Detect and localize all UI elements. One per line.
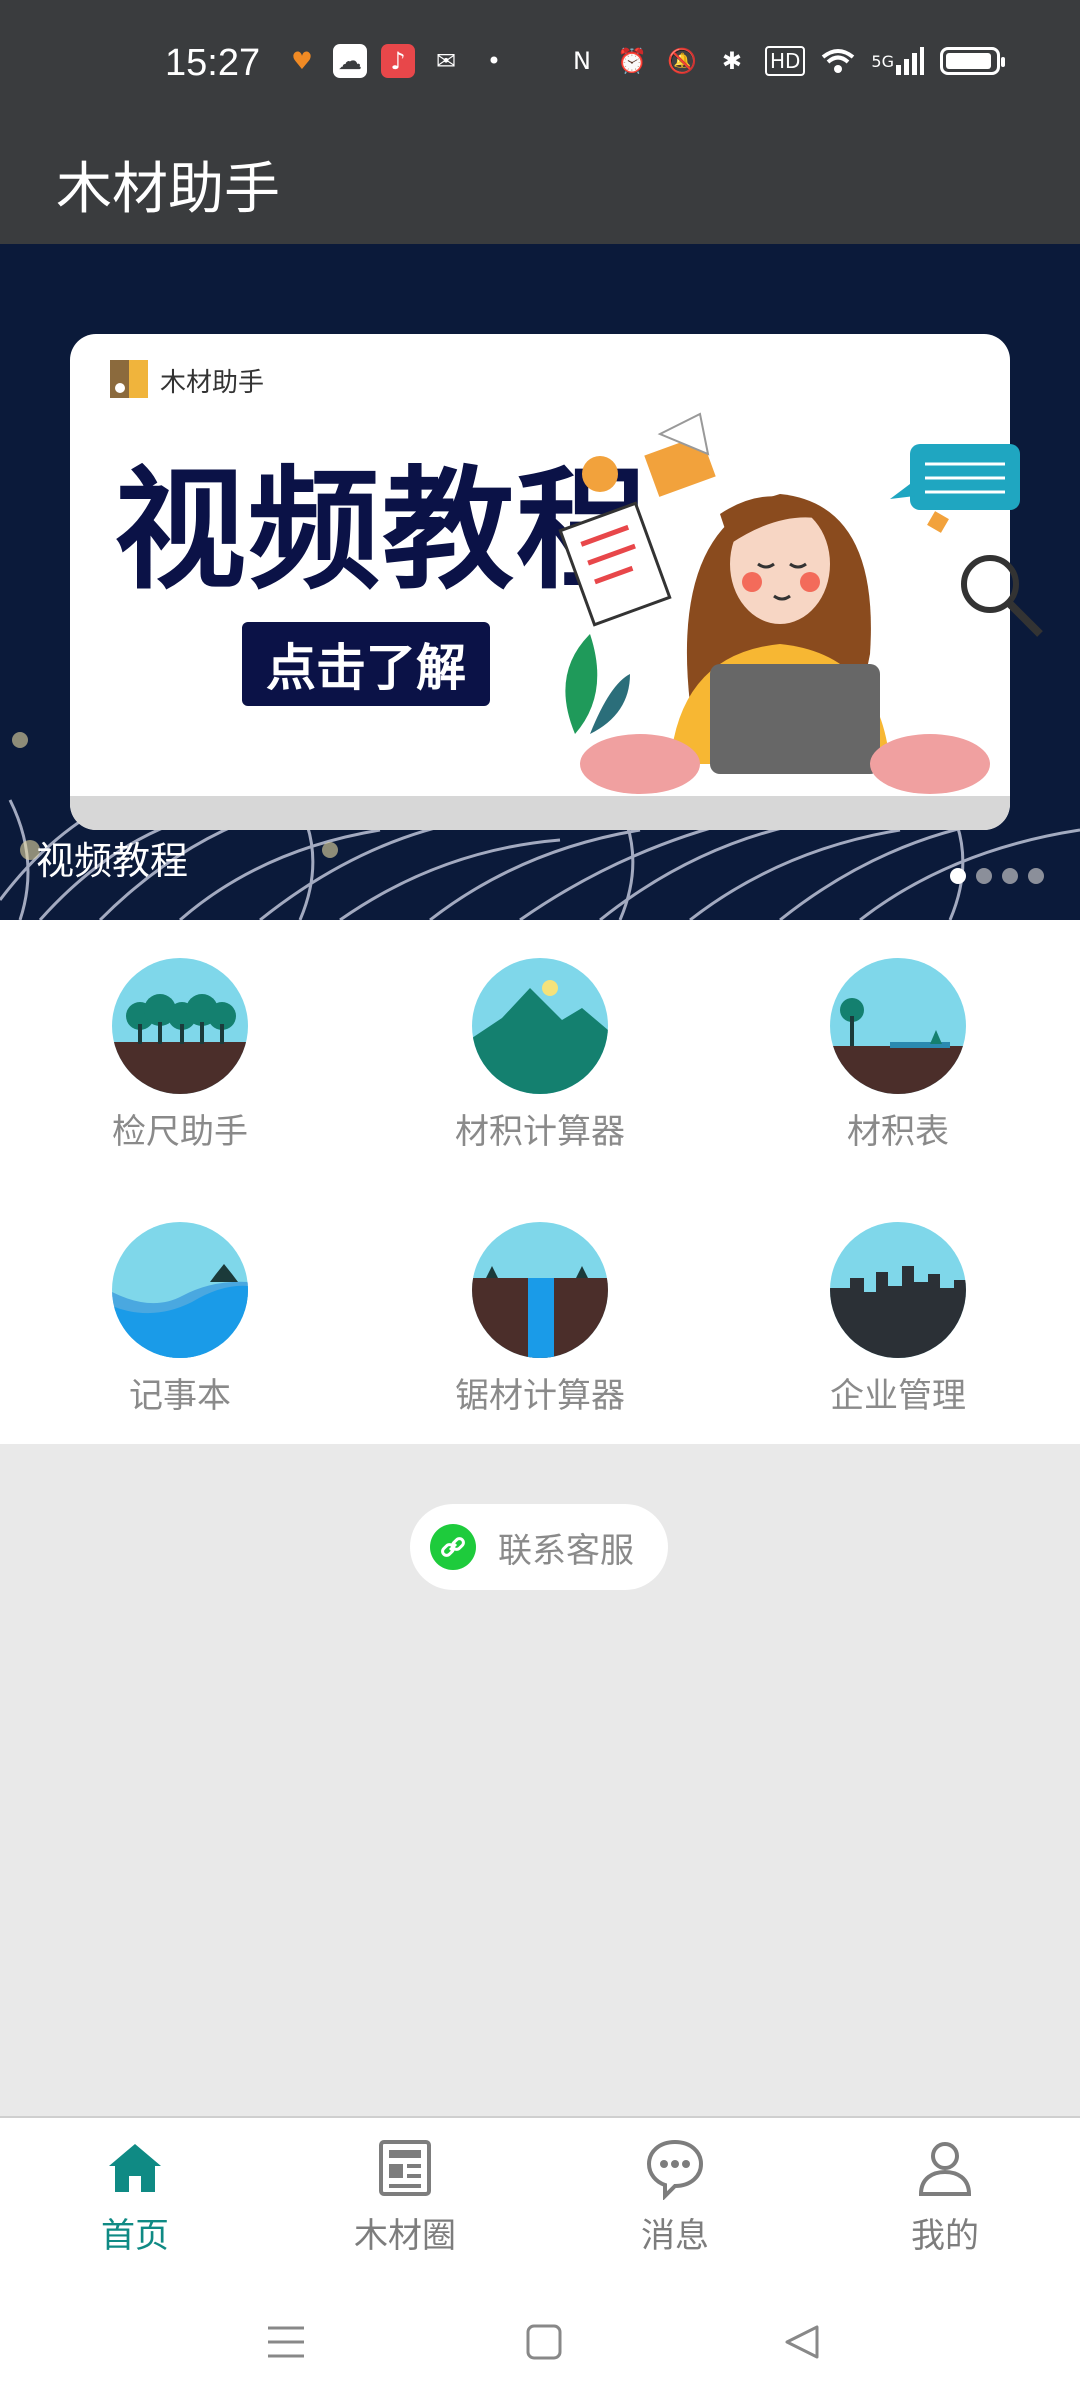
- tool-ruler-assistant[interactable]: 检尺助手: [30, 958, 330, 1153]
- carousel-dot[interactable]: [1002, 868, 1018, 884]
- cloud-app-icon: ☁: [333, 44, 367, 78]
- square-icon: [526, 2324, 562, 2360]
- back-button[interactable]: [774, 2314, 830, 2370]
- heart-app-icon: ♥: [291, 47, 313, 75]
- dot-icon: •: [486, 47, 502, 75]
- tool-label: 材积计算器: [455, 1112, 625, 1152]
- waterfall-icon: [472, 1222, 608, 1358]
- hd-icon: HD: [764, 46, 806, 76]
- battery-icon: [940, 47, 1005, 75]
- wave-icon: [112, 1222, 248, 1358]
- carousel-dot[interactable]: [1028, 868, 1044, 884]
- nav-label: 木材圈: [354, 2216, 456, 2256]
- wechat-icon: ✉: [435, 47, 457, 75]
- system-navigation-bar: [0, 2286, 1080, 2400]
- brand-logo-icon: [110, 360, 148, 398]
- tool-label: 材积表: [847, 1112, 949, 1152]
- app-bar: 木材助手: [0, 108, 1080, 244]
- nav-wood-circle[interactable]: 木材圈: [305, 2136, 505, 2257]
- menu-button[interactable]: [258, 2314, 314, 2370]
- bluetooth-icon: ✱: [721, 47, 743, 75]
- nav-home[interactable]: 首页: [35, 2136, 235, 2257]
- banner-caption: 视频教程: [36, 839, 189, 883]
- nav-profile[interactable]: 我的: [845, 2136, 1045, 2257]
- app-title: 木材助手: [56, 157, 280, 222]
- home-button[interactable]: [516, 2314, 572, 2370]
- tool-label: 锯材计算器: [455, 1376, 625, 1416]
- back-triangle-icon: [785, 2325, 819, 2359]
- tree-lake-icon: [830, 958, 966, 1094]
- profile-icon: [918, 2142, 972, 2196]
- carousel-dot[interactable]: [976, 868, 992, 884]
- news-icon: [379, 2140, 431, 2196]
- nav-messages[interactable]: 消息: [575, 2136, 775, 2257]
- city-icon: [830, 1222, 966, 1358]
- tool-grid: 检尺助手 材积计算器 材积表 记事本 锯材计算器 企业管理: [0, 920, 1080, 1444]
- chat-icon: [646, 2139, 704, 2200]
- mountain-icon: [472, 958, 608, 1094]
- tool-label: 记事本: [129, 1376, 231, 1416]
- tool-label: 检尺助手: [112, 1112, 248, 1152]
- signal-5g-text: 5G: [871, 51, 894, 71]
- contact-support-label: 联系客服: [498, 1530, 634, 1571]
- tool-enterprise-management[interactable]: 企业管理: [748, 1222, 1048, 1417]
- notification-icons: ♥ ☁ ♪ ✉ •: [285, 44, 511, 78]
- nav-label: 消息: [641, 2216, 709, 2256]
- card-brand: 木材助手: [160, 368, 265, 398]
- signal-5g-icon: 5G: [871, 44, 924, 78]
- wifi-icon: [821, 44, 855, 78]
- nav-label: 首页: [101, 2216, 169, 2256]
- contact-support-button[interactable]: 联系客服: [410, 1504, 668, 1590]
- tool-lumber-calculator[interactable]: 锯材计算器: [390, 1222, 690, 1417]
- alarm-icon: ⏰: [617, 47, 647, 75]
- tool-volume-calculator[interactable]: 材积计算器: [390, 958, 690, 1153]
- carousel-indicators: [950, 868, 1044, 884]
- banner-carousel[interactable]: 木材助手 视频教程 点击了解 视频教程: [0, 244, 1080, 920]
- tool-label: 企业管理: [830, 1376, 966, 1416]
- home-icon: [109, 2144, 161, 2192]
- nav-label: 我的: [911, 2216, 979, 2256]
- bottom-navigation: 首页 木材圈 消息 我的: [0, 2116, 1080, 2288]
- learn-more-button[interactable]: 点击了解: [242, 622, 490, 706]
- status-time: 15:27: [165, 42, 261, 84]
- tool-notepad[interactable]: 记事本: [30, 1222, 330, 1417]
- music-app-icon: ♪: [381, 44, 415, 78]
- system-icons: N ⏰ 🔕 ✱ HD 5G: [565, 44, 1005, 78]
- menu-icon: [268, 2326, 304, 2358]
- woman-laptop-illustration: [558, 412, 1043, 794]
- mute-icon: 🔕: [667, 47, 697, 75]
- carousel-dot[interactable]: [950, 868, 966, 884]
- link-icon: [430, 1524, 476, 1570]
- nfc-icon: N: [572, 47, 591, 75]
- tool-volume-table[interactable]: 材积表: [748, 958, 1048, 1153]
- status-bar: 15:27 ♥ ☁ ♪ ✉ • N ⏰ 🔕 ✱ HD 5G: [0, 0, 1080, 108]
- forest-icon: [112, 958, 248, 1094]
